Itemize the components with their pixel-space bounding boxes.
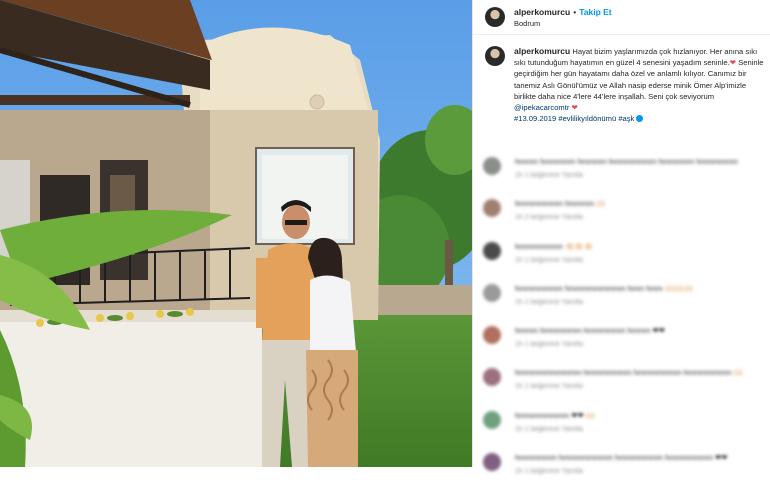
photo-scene bbox=[0, 0, 472, 467]
mention-link[interactable]: @ipekacarcomtr bbox=[514, 103, 569, 112]
comment-item: hmmmmmmm hmmmmmmmmm hmm hmm 🙌🏻🙌🏻🙌🏻 1h 1 b… bbox=[483, 279, 763, 321]
comment-text: hmmmmmmm 👏🏻👏🏻👏🏻 bbox=[515, 241, 594, 251]
comment-text: hmmmmmmmmmm hmmmmmmm hmmmmmmm hmmmmmmm 🙌… bbox=[515, 368, 744, 378]
comment-text: hmmmmmm hmmmmmmmm hmmmmmmm hmmmmmmm ❤❤ bbox=[515, 453, 728, 463]
comment-meta[interactable]: 1h 1 beğenme Yanıtla bbox=[515, 341, 665, 348]
comment-meta[interactable]: 1h 1 beğenme Yanıtla bbox=[515, 468, 728, 475]
comment-item: hmmmmmm hmmmmmmmm hmmmmmmm hmmmmmmm ❤❤ 1h… bbox=[483, 448, 763, 490]
comment-text: hmmmmmmm hmmmmmmmmm hmm hmm 🙌🏻🙌🏻🙌🏻 bbox=[515, 283, 693, 293]
comment-item: hmmm hmmmmm hmmmm hmmmmmmm hmmmmm hmmmmm… bbox=[483, 152, 763, 194]
post-caption: alperkomurcu Hayat bizim yaşlarımızda ço… bbox=[485, 46, 767, 124]
comment-item: hmmmmmmm 👏🏻👏🏻👏🏻 1h 1 beğenme Yanıtla bbox=[483, 237, 763, 279]
comment-text: hmmmmmmmm ❤❤ 🙌🏻 bbox=[515, 410, 596, 420]
caption-username[interactable]: alperkomurcu bbox=[514, 46, 570, 56]
commenter-avatar[interactable] bbox=[483, 410, 501, 429]
comment-item: hmmmmmmm hmmmm 🙌🏻 1h 2 beğenme Yanıtla bbox=[483, 194, 763, 236]
comment-meta[interactable]: 1h 1 beğenme Yanıtla bbox=[515, 257, 593, 264]
comment-meta[interactable]: 1h 1 beğenme Yanıtla bbox=[515, 383, 743, 390]
author-username[interactable]: alperkomurcu bbox=[514, 7, 570, 17]
comment-text: hmmm hmmmmmm hmmmmmm hmmm ❤❤ bbox=[515, 326, 666, 336]
commenter-avatar[interactable] bbox=[483, 241, 501, 260]
commenter-avatar[interactable] bbox=[483, 283, 501, 302]
verified-icon bbox=[636, 115, 644, 123]
post-header: alperkomurcu • Takip Et Bodrum bbox=[473, 0, 770, 35]
comment-text: hmmm hmmmmm hmmmm hmmmmmmm hmmmmm hmmmmm… bbox=[515, 157, 738, 166]
comment-list: hmmm hmmmmm hmmmm hmmmmmmm hmmmmm hmmmmm… bbox=[483, 152, 763, 490]
commenter-avatar[interactable] bbox=[483, 157, 501, 175]
hashtag-anniversary[interactable]: #evlilikyıldönümü bbox=[558, 114, 616, 123]
post-photo[interactable] bbox=[0, 0, 472, 467]
comment-item: hmmm hmmmmmm hmmmmmm hmmm ❤❤ 1h 1 beğenme… bbox=[483, 321, 763, 363]
heart-emoji-2: ❤ bbox=[571, 103, 578, 113]
hashtag-date[interactable]: #13.09.2019 bbox=[514, 114, 556, 123]
post-location[interactable]: Bodrum bbox=[514, 18, 612, 29]
commenter-avatar[interactable] bbox=[483, 326, 501, 345]
separator-dot: • bbox=[573, 7, 577, 17]
comment-meta[interactable]: 1h 1 beğenme Yanıtla bbox=[515, 426, 595, 433]
commenter-avatar[interactable] bbox=[483, 453, 501, 472]
post-side-panel: alperkomurcu • Takip Et Bodrum alperkomurc… bbox=[472, 0, 770, 475]
comment-item: hmmmmmmmmmm hmmmmmmm hmmmmmmm hmmmmmmm 🙌… bbox=[483, 363, 763, 405]
author-avatar[interactable] bbox=[485, 7, 505, 27]
comment-meta[interactable]: 1h 1 beğenme Yanıtla bbox=[515, 172, 738, 179]
commenter-avatar[interactable] bbox=[483, 199, 501, 218]
comment-text: hmmmmmmm hmmmm 🙌🏻 bbox=[515, 199, 606, 209]
commenter-avatar[interactable] bbox=[483, 368, 501, 387]
comment-meta[interactable]: 1h 2 beğenme Yanıtla bbox=[515, 214, 606, 221]
comment-meta[interactable]: 1h 1 beğenme Yanıtla bbox=[515, 299, 693, 306]
caption-author-avatar[interactable] bbox=[485, 46, 505, 66]
follow-button[interactable]: Takip Et bbox=[579, 7, 611, 17]
hashtag-love[interactable]: #aşk bbox=[618, 114, 634, 123]
comment-item: hmmmmmmmm ❤❤ 🙌🏻 1h 1 beğenme Yanıtla bbox=[483, 406, 763, 448]
